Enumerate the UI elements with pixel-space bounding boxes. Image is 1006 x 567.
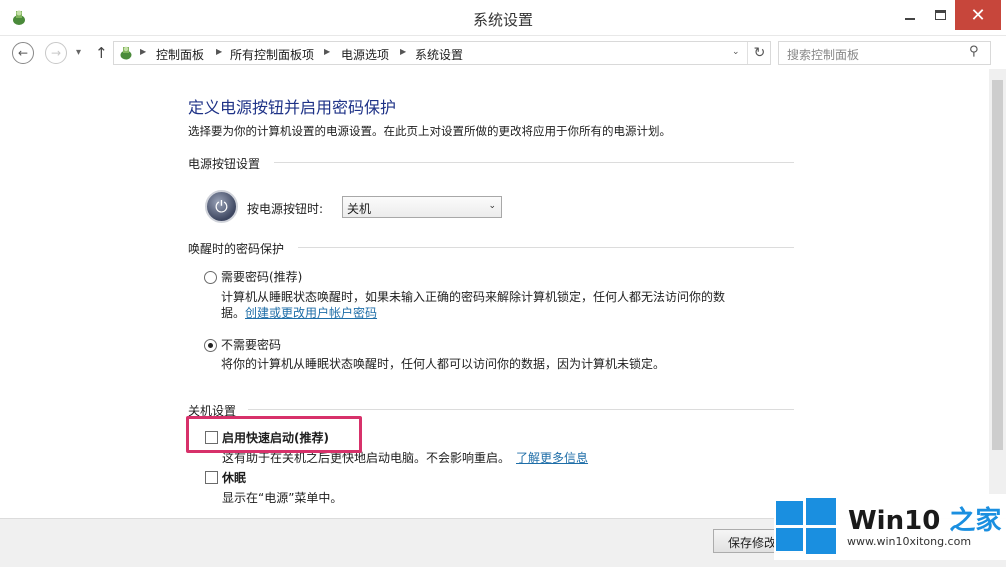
address-bar[interactable]: ▶ 控制面板 ▶ 所有控制面板项 ▶ 电源选项 ▶ 系统设置 ⌄ ↻ [113, 41, 771, 65]
breadcrumb-system-settings[interactable]: 系统设置 [415, 46, 463, 63]
search-box[interactable]: 搜索控制面板 ⚲ [778, 41, 991, 65]
power-button-action-label: 按电源按钮时: [247, 202, 324, 216]
breadcrumb-control-panel[interactable]: 控制面板 [156, 46, 204, 63]
recent-pages-button[interactable]: ▾ [76, 47, 81, 58]
search-input[interactable]: 搜索控制面板 [787, 46, 859, 63]
page-title: 定义电源按钮并启用密码保护 [188, 98, 397, 117]
back-button[interactable]: ← [12, 42, 34, 64]
section-divider [298, 247, 794, 248]
close-button[interactable]: ✕ [955, 0, 1001, 30]
breadcrumb-all-items[interactable]: 所有控制面板项 [230, 46, 314, 63]
watermark-brand-prefix: Win10 [848, 506, 941, 536]
power-symbol-icon: ⏻ [215, 196, 228, 216]
control-panel-icon [120, 46, 132, 60]
arrow-right-icon: → [50, 46, 62, 60]
maximize-icon [934, 10, 946, 20]
window-title: 系统设置 [472, 11, 533, 29]
power-button-section-title: 电源按钮设置 [188, 157, 261, 171]
hibernate-label[interactable]: 休眠 [222, 469, 246, 486]
require-password-radio[interactable] [204, 271, 217, 284]
refresh-button[interactable]: ↻ [747, 42, 771, 64]
section-divider [248, 409, 794, 410]
hibernate-checkbox[interactable] [205, 471, 218, 484]
minimize-button[interactable] [896, 0, 924, 30]
watermark-brand: Win10 之家 [848, 500, 1001, 537]
description-text: 据。 [221, 306, 246, 320]
section-divider [274, 162, 794, 163]
watermark-url: www.win10xitong.com [847, 535, 972, 548]
require-password-label[interactable]: 需要密码(推荐) [221, 268, 302, 285]
minimize-icon [905, 18, 915, 20]
require-password-description: 计算机从睡眠状态唤醒时，如果未输入正确的密码来解除计算机锁定，任何人都无法访问你… [221, 290, 726, 304]
breadcrumb-separator-icon[interactable]: ▶ [216, 47, 222, 56]
address-history-button[interactable]: ⌄ [732, 47, 740, 57]
hibernate-description: 显示在“电源”菜单中。 [222, 491, 343, 505]
power-button-action-select[interactable]: 关机 ⌄ [342, 196, 502, 218]
search-icon[interactable]: ⚲ [969, 44, 979, 59]
no-password-radio[interactable] [204, 339, 217, 352]
title-bar: 系统设置 [0, 0, 1006, 36]
close-icon: ✕ [970, 4, 986, 26]
chevron-down-icon: ⌄ [488, 201, 496, 211]
forward-button[interactable]: → [45, 42, 67, 64]
navigation-bar: ← → ▾ ↑ ▶ 控制面板 ▶ 所有控制面板项 ▶ 电源选项 ▶ 系统设置 ⌄… [0, 36, 1006, 69]
breadcrumb-power-options[interactable]: 电源选项 [341, 46, 389, 63]
page-description: 选择要为你的计算机设置的电源设置。在此页上对设置所做的更改将应用于你所有的电源计… [188, 124, 671, 138]
breadcrumb-separator-icon[interactable]: ▶ [140, 47, 146, 56]
breadcrumb-separator-icon[interactable]: ▶ [324, 47, 330, 56]
windows-logo-icon [776, 498, 836, 554]
select-value: 关机 [347, 202, 372, 216]
description-text: 这有助于在关机之后更快地启动电脑。不会影响重启。 [222, 451, 511, 465]
wake-password-section-title: 唤醒时的密码保护 [188, 242, 285, 256]
change-password-link[interactable]: 创建或更改用户帐户密码 [245, 306, 377, 320]
learn-more-link[interactable]: 了解更多信息 [516, 451, 588, 465]
highlight-box [186, 416, 362, 453]
maximize-button[interactable] [926, 0, 954, 30]
arrow-left-icon: ← [17, 46, 29, 60]
breadcrumb-separator-icon[interactable]: ▶ [400, 47, 406, 56]
watermark-brand-suffix: 之家 [940, 506, 1002, 536]
no-password-description: 将你的计算机从睡眠状态唤醒时，任何人都可以访问你的数据，因为计算机未锁定。 [221, 357, 666, 371]
scrollbar-thumb[interactable] [992, 80, 1003, 450]
power-icon: ⏻ [205, 190, 238, 223]
up-button[interactable]: ↑ [95, 44, 108, 62]
require-password-description-cont: 据。创建或更改用户帐户密码 [221, 304, 377, 321]
no-password-label[interactable]: 不需要密码 [221, 336, 281, 353]
